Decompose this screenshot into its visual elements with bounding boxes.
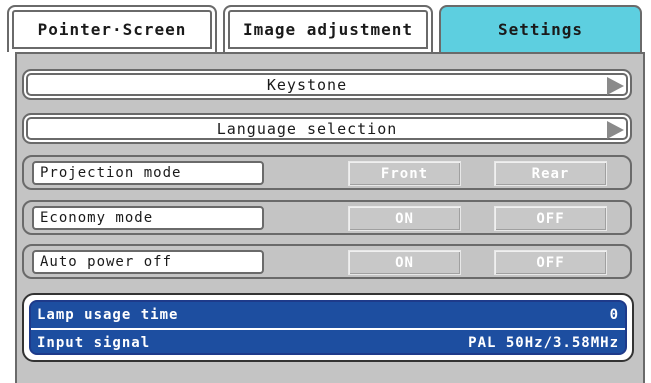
economy-mode-row: Economy mode ON OFF — [22, 200, 632, 235]
input-signal-value: PAL 50Hz/3.58MHz — [468, 335, 619, 351]
projection-mode-label: Projection mode — [32, 161, 264, 185]
lamp-usage-label: Lamp usage time — [37, 307, 179, 323]
projection-mode-row: Projection mode Front Rear — [22, 155, 632, 190]
auto-power-on-button[interactable]: ON — [348, 250, 461, 275]
keystone-menu-button[interactable]: Keystone — [22, 69, 632, 100]
lamp-usage-value: 0 — [609, 307, 619, 323]
tab-image-adjustment[interactable]: Image adjustment — [223, 5, 433, 52]
keystone-label: Keystone — [266, 75, 348, 94]
auto-power-off-button[interactable]: OFF — [494, 250, 607, 275]
economy-off-button[interactable]: OFF — [494, 206, 607, 231]
input-signal-row: Input signal PAL 50Hz/3.58MHz — [31, 330, 625, 353]
tab-pointer-screen[interactable]: Pointer·Screen — [7, 5, 217, 52]
lamp-usage-row: Lamp usage time 0 — [31, 302, 625, 328]
arrow-right-icon — [607, 77, 624, 95]
status-info-box: Lamp usage time 0 Input signal PAL 50Hz/… — [22, 293, 634, 362]
projection-rear-button[interactable]: Rear — [494, 161, 607, 186]
language-label: Language selection — [216, 119, 398, 138]
economy-on-button[interactable]: ON — [348, 206, 461, 231]
tab-label: Pointer·Screen — [37, 20, 187, 39]
economy-mode-label: Economy mode — [32, 206, 264, 230]
tab-label: Image adjustment — [242, 20, 414, 39]
arrow-right-icon — [607, 121, 624, 139]
auto-power-off-row: Auto power off ON OFF — [22, 244, 632, 279]
input-signal-label: Input signal — [37, 335, 151, 351]
tab-settings[interactable]: Settings — [439, 5, 642, 52]
status-info-inner: Lamp usage time 0 Input signal PAL 50Hz/… — [29, 300, 627, 355]
projection-front-button[interactable]: Front — [348, 161, 461, 186]
tab-label: Settings — [497, 20, 584, 39]
language-selection-button[interactable]: Language selection — [22, 113, 632, 144]
auto-power-off-label: Auto power off — [32, 250, 264, 274]
